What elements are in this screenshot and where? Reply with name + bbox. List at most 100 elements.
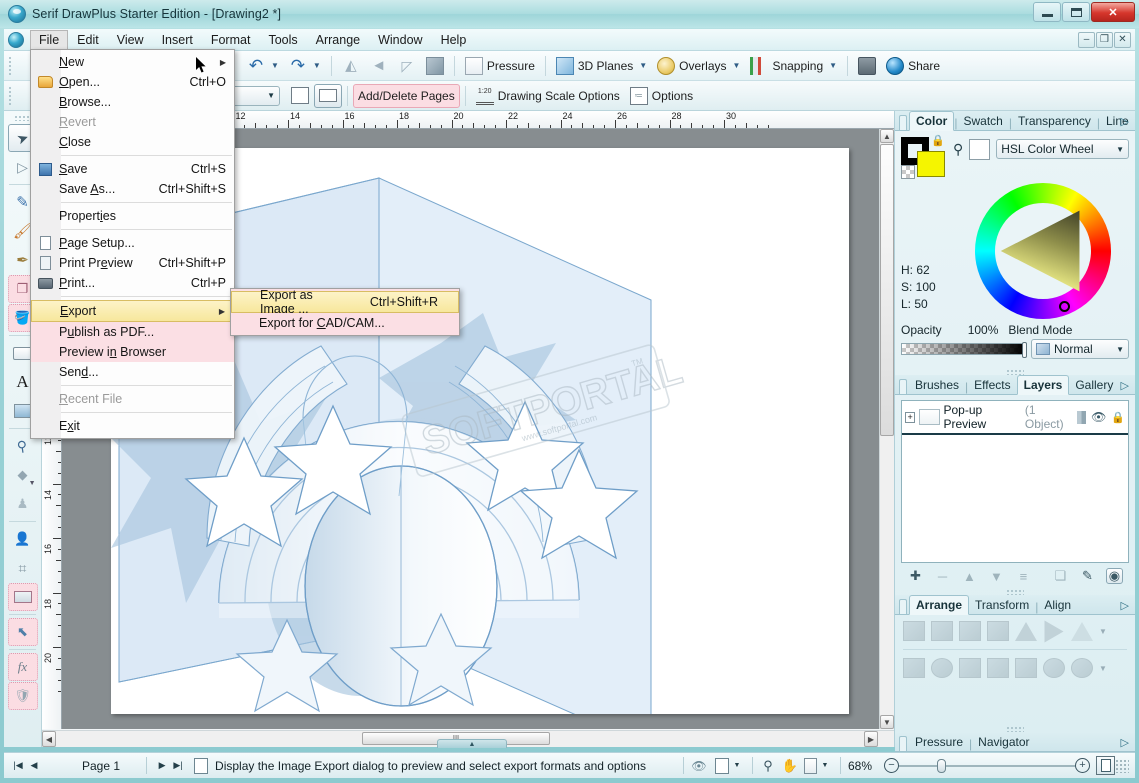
menu-item-save-as[interactable]: Save As... Ctrl+Shift+S	[31, 179, 234, 199]
blend-mode-combo[interactable]: Normal ▼	[1031, 339, 1129, 359]
zoom-knob[interactable]	[937, 758, 946, 773]
arrange-more-caret-icon[interactable]: ▼	[1099, 627, 1107, 636]
bring-to-front-icon[interactable]	[903, 621, 925, 641]
zoom-icon[interactable]: ⚲	[760, 758, 776, 774]
combine-shapes-icon[interactable]	[903, 658, 925, 678]
portrait-button[interactable]	[286, 84, 314, 108]
hue-marker[interactable]	[1059, 301, 1070, 312]
previous-page-button[interactable]: ◀	[26, 758, 42, 774]
landscape-button[interactable]	[314, 83, 342, 108]
move-layer-down-button[interactable]: ▼	[988, 568, 1005, 584]
menu-item-open[interactable]: Open... Ctrl+O	[31, 72, 234, 92]
mdi-close-button[interactable]: ✕	[1114, 31, 1131, 48]
add-shapes-icon[interactable]	[931, 658, 953, 678]
knife-caret-icon[interactable]: ▼	[29, 480, 36, 487]
layer-print-icon[interactable]	[1077, 410, 1087, 424]
bring-forward-icon[interactable]	[931, 621, 953, 641]
close-button[interactable]: ✕	[1091, 2, 1135, 22]
subtract-shapes-icon[interactable]	[959, 658, 981, 678]
tab-swatch[interactable]: Swatch	[957, 112, 1008, 130]
crop-tool[interactable]: ⌗	[8, 554, 38, 582]
tab-pressure[interactable]: Pressure	[909, 733, 969, 751]
print-button[interactable]	[853, 54, 881, 78]
add-delete-pages-button[interactable]: Add/Delete Pages	[53, 83, 460, 117]
undo-button[interactable]: ↶ ▼	[242, 54, 284, 78]
duplicate-layer-button[interactable]: ❏	[1052, 568, 1069, 584]
vertical-scroll-thumb[interactable]	[880, 144, 894, 436]
flip-horizontal-icon[interactable]	[1015, 621, 1037, 641]
pressure-panel-ear[interactable]	[899, 736, 907, 751]
link-tool[interactable]: ⬉	[7, 618, 38, 646]
knife-tool[interactable]: ◆ ▼	[8, 461, 38, 489]
tab-color[interactable]: Color	[909, 111, 955, 131]
menu-item-properties[interactable]: Properties	[31, 206, 234, 226]
app-menu-orb-icon[interactable]	[8, 31, 24, 48]
perspective-tool[interactable]: 👤	[8, 525, 38, 553]
no-colour-swatch[interactable]	[901, 165, 915, 179]
move-layer-up-button[interactable]: ▲	[961, 568, 978, 584]
menu-item-browse[interactable]: Browse...	[31, 92, 234, 112]
context-toolbar-grip[interactable]	[8, 85, 13, 106]
menu-edit[interactable]: Edit	[68, 30, 108, 50]
flip-vertical-icon[interactable]	[1044, 620, 1064, 642]
canvas-vertical-scrollbar[interactable]: ▲ ▼	[879, 129, 894, 729]
divide-shapes-icon[interactable]	[1043, 658, 1065, 678]
layer-expander-icon[interactable]: +	[905, 411, 916, 423]
menu-item-print-preview[interactable]: Print Preview Ctrl+Shift+P	[31, 253, 234, 273]
zoom-slider[interactable]	[899, 758, 1075, 773]
edit-all-layers-button[interactable]: ✎	[1079, 568, 1096, 584]
minimize-button[interactable]	[1033, 2, 1061, 22]
first-page-button[interactable]: |◀	[10, 758, 26, 774]
add-layer-button[interactable]: ✚	[907, 568, 924, 584]
page-view-caret-icon[interactable]: ▼	[729, 758, 745, 774]
menu-item-export[interactable]: Export ▶	[31, 300, 234, 322]
options-button[interactable]: ≔ Options	[625, 84, 698, 108]
popup-tool[interactable]	[7, 583, 38, 611]
planes-3d-caret-icon[interactable]: ▼	[639, 61, 647, 70]
eye-icon[interactable]: 👁	[691, 758, 707, 774]
overlays-caret-icon[interactable]: ▼	[733, 61, 741, 70]
menu-window[interactable]: Window	[369, 30, 431, 50]
colour-mode-combo[interactable]: HSL Color Wheel ▼	[996, 139, 1129, 159]
menu-item-publish-as-pdf[interactable]: Publish as PDF...	[31, 322, 234, 342]
arrange-tabs-more-icon[interactable]: ▷	[1121, 599, 1129, 612]
mdi-minimize-button[interactable]: –	[1078, 31, 1095, 48]
menu-tools[interactable]: Tools	[259, 30, 306, 50]
opacity-slider[interactable]	[901, 342, 1027, 358]
layer-row[interactable]: + Pop-up Preview (1 Object) 👁 🔒	[902, 401, 1128, 435]
menu-file[interactable]: File	[30, 30, 69, 49]
rotate-view-icon[interactable]	[803, 757, 817, 774]
rotate-view-caret-icon[interactable]: ▼	[817, 758, 833, 774]
next-page-button[interactable]: ▶	[154, 758, 170, 774]
menu-insert[interactable]: Insert	[153, 30, 202, 50]
zoom-out-button[interactable]: −	[884, 758, 899, 773]
layers-tabs-more-icon[interactable]: ▷	[1121, 379, 1129, 392]
layers-list[interactable]: + Pop-up Preview (1 Object) 👁 🔒	[901, 400, 1129, 563]
fit-page-icon[interactable]	[1096, 756, 1115, 775]
zoom-in-button[interactable]: +	[1075, 758, 1090, 773]
share-button[interactable]: Share	[881, 54, 945, 78]
snapping-button[interactable]: Snapping ▼	[745, 54, 842, 78]
flip-vertical-button[interactable]: ◄	[365, 54, 393, 78]
scroll-left-button[interactable]: ◀	[42, 731, 56, 747]
menu-item-page-setup[interactable]: Page Setup...	[31, 233, 234, 253]
erase-tool[interactable]: ♟	[8, 490, 38, 518]
drawing-scale-options-button[interactable]: 1:20 Drawing Scale Options	[471, 84, 625, 108]
shapes-more-caret-icon[interactable]: ▼	[1099, 664, 1107, 673]
tab-navigator[interactable]: Navigator	[972, 733, 1035, 751]
lock-icon[interactable]: 🔒	[931, 134, 945, 147]
fill-colour-swatch[interactable]	[917, 151, 945, 177]
menu-item-close[interactable]: Close	[31, 132, 234, 152]
delete-layer-button[interactable]: ─	[934, 568, 951, 584]
redo-caret-icon[interactable]: ▼	[313, 61, 321, 70]
menu-item-preview-in-browser[interactable]: Preview in Browser	[31, 342, 234, 362]
crop-shapes-icon[interactable]	[1071, 658, 1093, 678]
arrange-panel-ear[interactable]	[899, 599, 907, 614]
scroll-up-button[interactable]: ▲	[880, 129, 894, 143]
rotate-button[interactable]: ◸	[393, 54, 421, 78]
pressure-tabs-more-icon[interactable]: ▷	[1121, 736, 1129, 749]
layer-lock-icon[interactable]: 🔒	[1111, 411, 1125, 424]
edit-current-layer-button[interactable]: ◉	[1105, 568, 1123, 584]
scroll-down-button[interactable]: ▼	[880, 715, 894, 729]
submenu-item-export-as-image[interactable]: Export as Image ... Ctrl+Shift+R	[231, 288, 459, 316]
